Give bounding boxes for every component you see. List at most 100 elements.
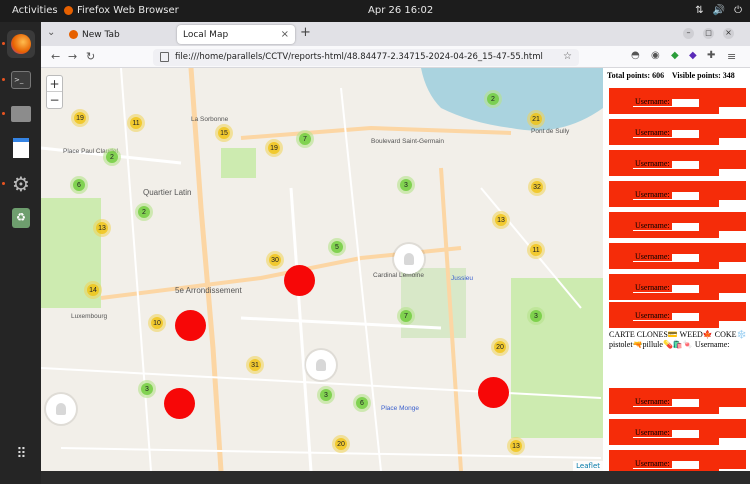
marker-cluster[interactable]: 13 <box>93 219 111 237</box>
reload-button[interactable]: ↻ <box>86 50 95 63</box>
user-entry[interactable]: Username: <box>609 88 746 114</box>
new-tab-button[interactable]: + <box>300 25 311 40</box>
cluster-count: 3 <box>529 309 543 323</box>
marker-cluster[interactable]: 2 <box>103 148 121 166</box>
marker-cluster[interactable]: 11 <box>127 114 145 132</box>
firefox-icon <box>11 34 31 54</box>
marker-cluster[interactable]: 2 <box>135 203 153 221</box>
marker-cluster[interactable]: 19 <box>265 139 283 157</box>
close-window-button[interactable]: × <box>723 28 734 39</box>
marker-cluster[interactable]: 11 <box>527 241 545 259</box>
leaflet-attribution[interactable]: Leaflet <box>573 461 603 471</box>
marker-cluster[interactable]: 30 <box>266 251 284 269</box>
marker-cluster[interactable]: 6 <box>70 176 88 194</box>
tab-strip: ⌄ New Tab Local Map × + – □ × <box>41 22 750 46</box>
zoom-out-button[interactable]: − <box>47 92 62 108</box>
maximize-button[interactable]: □ <box>703 28 714 39</box>
map-tiles <box>41 68 603 471</box>
alert-marker[interactable] <box>284 265 315 296</box>
label-jussieu: Jussieu <box>451 275 474 282</box>
marker-cluster[interactable]: 7 <box>296 130 314 148</box>
extensions-puzzle-icon[interactable]: ✚ <box>707 50 715 61</box>
dock-trash[interactable]: ♻ <box>7 204 35 232</box>
marker-cluster[interactable]: 3 <box>317 386 335 404</box>
list-tabs-icon[interactable]: ⌄ <box>47 27 55 38</box>
user-marker[interactable] <box>46 394 76 424</box>
cluster-count: 10 <box>150 316 164 330</box>
activities-button[interactable]: Activities <box>12 5 58 16</box>
alert-marker[interactable] <box>175 310 206 341</box>
tab-local-map[interactable]: Local Map × <box>177 25 295 44</box>
firefox-window: ⌄ New Tab Local Map × + – □ × ← → ↻ file… <box>41 22 750 471</box>
pocket-icon[interactable]: ◓ <box>631 50 640 61</box>
user-entry[interactable]: Username: <box>609 388 746 414</box>
show-apps-button[interactable]: ⠿ <box>7 440 35 468</box>
marker-cluster[interactable]: 20 <box>491 338 509 356</box>
gear-icon: ⚙ <box>12 172 30 196</box>
cluster-count: 6 <box>355 396 369 410</box>
system-top-bar: Activities Firefox Web Browser Apr 26 16… <box>0 0 750 22</box>
cluster-count: 13 <box>509 439 523 453</box>
system-tray[interactable]: ⇅ 🔊 ⏻ <box>695 5 742 16</box>
menu-icon[interactable]: ≡ <box>727 50 736 63</box>
marker-cluster[interactable]: 15 <box>215 124 233 142</box>
user-marker[interactable] <box>394 244 424 274</box>
dock: >_ ⚙ ♻ ⠿ <box>0 22 41 484</box>
user-entry[interactable]: Username: <box>609 302 746 328</box>
url-bar[interactable]: file:///home/parallels/CCTV/reports-html… <box>153 49 579 66</box>
alert-marker[interactable] <box>164 388 195 419</box>
marker-cluster[interactable]: 5 <box>328 238 346 256</box>
marker-cluster[interactable]: 20 <box>332 435 350 453</box>
dock-terminal[interactable]: >_ <box>7 66 35 94</box>
marker-cluster[interactable]: 19 <box>71 109 89 127</box>
total-points-label: Total points: <box>607 71 651 80</box>
clock[interactable]: Apr 26 16:02 <box>368 5 433 16</box>
marker-cluster[interactable]: 3 <box>397 176 415 194</box>
marker-cluster[interactable]: 32 <box>528 178 546 196</box>
user-entry[interactable]: Username: <box>609 181 746 207</box>
account-icon[interactable]: ◉ <box>651 50 660 61</box>
marker-cluster[interactable]: 14 <box>84 281 102 299</box>
marker-cluster[interactable]: 2 <box>484 90 502 108</box>
user-entry[interactable]: Username: <box>609 419 746 445</box>
marker-cluster[interactable]: 10 <box>148 314 166 332</box>
close-tab-icon[interactable]: × <box>281 29 289 40</box>
dock-firefox[interactable] <box>7 30 35 58</box>
user-entry[interactable]: Username: <box>609 450 746 471</box>
username-label: Username: <box>633 159 672 168</box>
marker-cluster[interactable]: 13 <box>492 211 510 229</box>
back-button[interactable]: ← <box>51 50 60 63</box>
label-luxembourg: Luxembourg <box>71 313 108 320</box>
username-label: Username: <box>633 190 672 199</box>
terminal-icon: >_ <box>11 71 31 89</box>
dock-text-editor[interactable] <box>7 134 35 162</box>
user-entry[interactable]: Username: <box>609 119 746 145</box>
bookmark-star-icon[interactable]: ☆ <box>563 51 572 62</box>
marker-cluster[interactable]: 6 <box>353 394 371 412</box>
firefox-favicon-icon <box>69 30 78 39</box>
dock-files[interactable] <box>7 100 35 128</box>
zoom-in-button[interactable]: + <box>47 76 62 92</box>
user-entry[interactable]: Username: <box>609 274 746 300</box>
marker-cluster[interactable]: 31 <box>246 356 264 374</box>
minimize-button[interactable]: – <box>683 28 694 39</box>
marker-cluster[interactable]: 21 <box>527 110 545 128</box>
tab-new-tab[interactable]: New Tab <box>63 25 175 44</box>
marker-cluster[interactable]: 3 <box>138 380 156 398</box>
dock-settings[interactable]: ⚙ <box>7 170 35 198</box>
marker-cluster[interactable]: 7 <box>397 307 415 325</box>
app-menu[interactable]: Firefox Web Browser <box>64 5 179 16</box>
extension-purple-icon[interactable]: ◆ <box>689 50 697 61</box>
marker-cluster[interactable]: 3 <box>527 307 545 325</box>
forward-button[interactable]: → <box>68 50 77 63</box>
extension-green-icon[interactable]: ◆ <box>671 50 679 61</box>
user-entry[interactable]: Username: <box>609 212 746 238</box>
url-text: file:///home/parallels/CCTV/reports-html… <box>175 52 543 62</box>
map-view[interactable]: Quartier Latin 5e Arrondissement Luxembo… <box>41 68 603 471</box>
points-stats: Total points: 606 Visible points: 348 <box>607 71 735 80</box>
user-marker[interactable] <box>306 350 336 380</box>
user-entry[interactable]: Username: <box>609 150 746 176</box>
user-entry[interactable]: Username: <box>609 243 746 269</box>
alert-marker[interactable] <box>478 377 509 408</box>
marker-cluster[interactable]: 13 <box>507 437 525 455</box>
